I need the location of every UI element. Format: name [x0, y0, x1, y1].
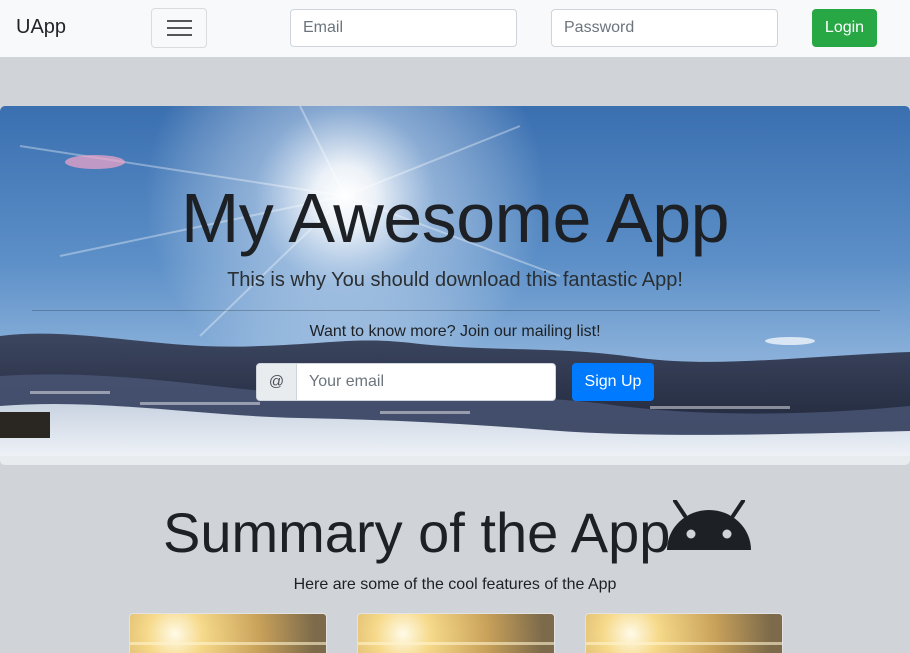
- hamburger-line: [167, 34, 192, 36]
- feature-card-image: [586, 614, 782, 653]
- hero-divider: [32, 310, 880, 311]
- navbar-brand[interactable]: UApp: [16, 16, 66, 39]
- summary-title: Summary of the App: [163, 501, 671, 564]
- hamburger-line: [167, 20, 192, 22]
- android-icon: [667, 500, 751, 550]
- feature-card-image: [358, 614, 554, 653]
- navbar-email-input[interactable]: [290, 9, 517, 47]
- hero-title: My Awesome App: [180, 179, 730, 257]
- summary-subtitle: Here are some of the cool features of th…: [293, 576, 617, 593]
- navbar-toggler-button[interactable]: [151, 8, 207, 48]
- mailing-email-group: @: [256, 363, 556, 401]
- feature-card[interactable]: [357, 613, 555, 653]
- navbar-password-input[interactable]: [551, 9, 778, 47]
- sign-up-button[interactable]: Sign Up: [572, 363, 654, 401]
- login-button[interactable]: Login: [812, 9, 877, 47]
- hamburger-line: [167, 27, 192, 29]
- mailing-email-input[interactable]: [296, 363, 556, 401]
- navbar: UApp Login: [0, 0, 910, 57]
- hero-lead-text: This is why You should download this fan…: [227, 269, 683, 291]
- feature-card-image: [130, 614, 326, 653]
- feature-card[interactable]: [585, 613, 783, 653]
- at-sign-prefix: @: [256, 363, 297, 401]
- hero-jumbotron: My Awesome App This is why You should do…: [0, 106, 910, 465]
- feature-card[interactable]: [129, 613, 327, 653]
- hero-mailing-text: Want to know more? Join our mailing list…: [309, 323, 601, 340]
